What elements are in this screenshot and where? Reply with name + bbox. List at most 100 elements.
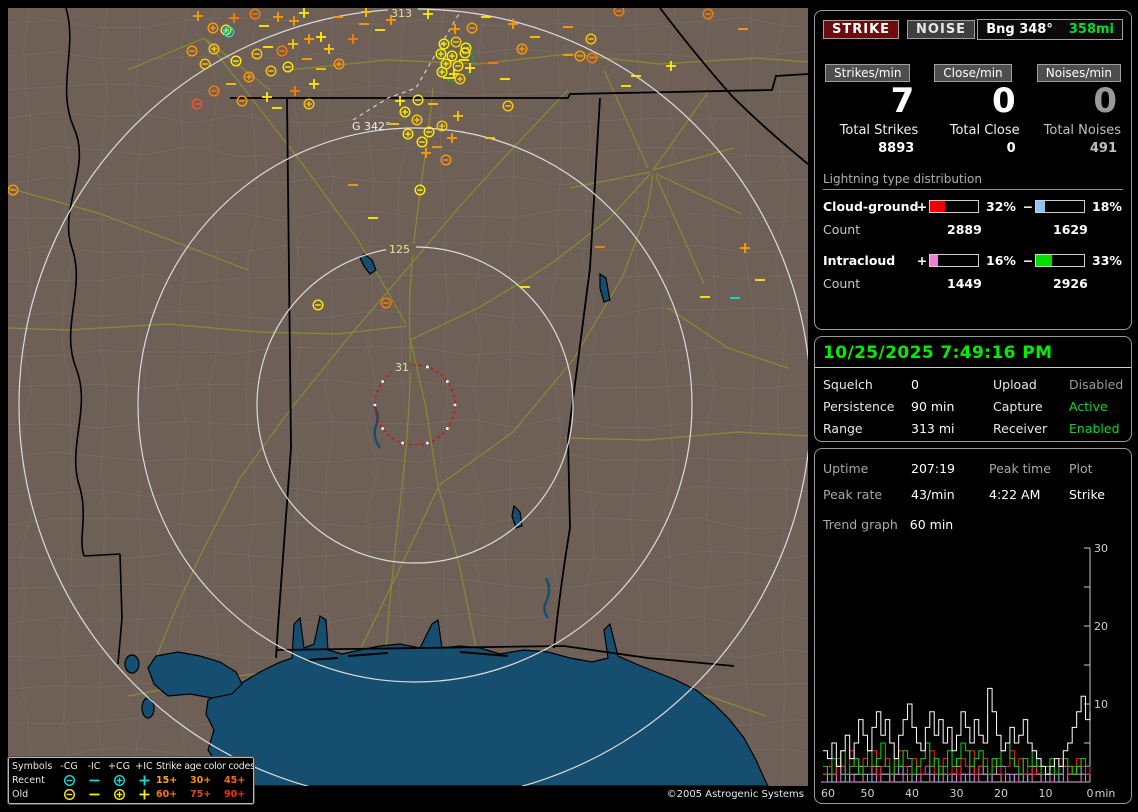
trend-graph-row: Trend graph 60 min (823, 517, 1123, 532)
legend-old-row: Old 60+75+90+ (12, 787, 250, 801)
trend-x-tick: 10 (1039, 787, 1053, 800)
storm-cell-bearing-label: G 342° (352, 120, 391, 133)
peak-rate-label: Peak rate (823, 487, 911, 502)
app-root: { "header": { "strike_label": "STRIKE", … (0, 0, 1138, 812)
squelch-value: 0 (911, 377, 993, 392)
cg-pos-count: 2889 (929, 222, 1021, 237)
total-close-label: Total Close (922, 123, 1023, 138)
strikes-rate-value: 7 (821, 82, 922, 121)
ic-pos-bar (929, 254, 979, 267)
total-values-row: 8893 0 491 (821, 138, 1125, 156)
strike-mode-button[interactable]: STRIKE (823, 20, 899, 39)
cg-neg-pct: 18% (1087, 199, 1127, 214)
trend-panel: Uptime 207:19 Peak time Plot Peak rate 4… (814, 448, 1132, 804)
bearing-readout: Bng 348° 358mi (977, 19, 1123, 40)
peak-time-label: Peak time (989, 461, 1069, 476)
intracloud-count-row: Count 1449 2926 (823, 276, 1123, 291)
plus-sign: + (915, 253, 929, 268)
ring-distance-label: 31 (395, 361, 409, 374)
age-code-label: 60+ (156, 789, 190, 800)
trend-graph-label: Trend graph (823, 517, 898, 532)
intracloud-label: Intracloud (823, 253, 915, 268)
distribution-title: Lightning type distribution (823, 172, 1123, 190)
ic-plus-icon (132, 788, 156, 801)
trend-graph-value: 60 min (910, 517, 953, 532)
legend-neg-cg-label: -CG (56, 761, 82, 772)
legend-header-row: Symbols -CG -IC +CG +IC Strike age color… (12, 759, 250, 773)
trend-y-tick: 10 (1094, 698, 1108, 711)
legend-age-title: Strike age color codes (156, 761, 255, 772)
distance-value: 358mi (1069, 22, 1114, 37)
cg-plus-icon (106, 774, 132, 787)
persistence-value: 90 min (911, 399, 993, 414)
ic-plus-icon (132, 774, 156, 787)
ic-neg-bar (1035, 254, 1085, 267)
legend-pos-ic-label: +IC (132, 761, 156, 772)
total-close-value: 0 (922, 141, 1023, 156)
total-strikes-value: 8893 (821, 141, 922, 156)
plot-label: Plot (1069, 461, 1123, 476)
lightning-map[interactable]: 31312531G 342° Symbols -CG -IC +CG +IC S… (8, 8, 808, 806)
trend-x-tick: 60 (821, 787, 835, 800)
receiver-status: Enabled (1069, 421, 1123, 436)
status-panel: 10/25/2025 7:49:16 PM Squelch 0 Upload D… (814, 336, 1132, 442)
trend-x-tick: 30 (950, 787, 964, 800)
age-code-label: 30+ (190, 775, 224, 786)
settings-grid: Squelch 0 Upload Disabled Persistence 90… (823, 377, 1123, 436)
total-strikes-label: Total Strikes (821, 123, 922, 138)
noise-mode-button[interactable]: NOISE (907, 20, 975, 39)
trend-y-tick: 30 (1094, 542, 1108, 555)
legend-old-label: Old (12, 789, 56, 800)
persistence-label: Persistence (823, 399, 911, 414)
cg-plus-icon (106, 788, 132, 801)
cloud-ground-row: Cloud-ground + 32% − 18% (823, 199, 1123, 214)
total-noises-value: 491 (1024, 141, 1125, 156)
age-code-label: 90+ (224, 789, 258, 800)
age-code-label: 75+ (190, 789, 224, 800)
age-code-label: 15+ (156, 775, 190, 786)
rate-values-row: 7 0 0 (821, 82, 1125, 121)
ic-minus-icon (82, 788, 106, 801)
trend-x-tick: 40 (905, 787, 919, 800)
ring-distance-label: 125 (389, 243, 410, 256)
uptime-label: Uptime (823, 461, 911, 476)
legend-recent-row: Recent 15+30+45+ (12, 773, 250, 787)
plot-value: Strike (1069, 487, 1123, 502)
peak-rate-value: 43/min (911, 487, 989, 502)
legend-neg-ic-label: -IC (82, 761, 106, 772)
age-code-label: 45+ (224, 775, 258, 786)
range-value: 313 mi (911, 421, 993, 436)
uptime-stats-grid: Uptime 207:19 Peak time Plot Peak rate 4… (823, 461, 1123, 502)
legend-age-codes-recent: 15+30+45+ (156, 775, 258, 786)
peak-time-value: 4:22 AM (989, 487, 1069, 502)
range-label: Range (823, 421, 911, 436)
mode-header-row: STRIKE NOISE Bng 348° 358mi (823, 19, 1123, 40)
trend-x-tick: 0 (1087, 787, 1094, 800)
ic-minus-icon (82, 774, 106, 787)
cg-neg-bar (1035, 200, 1085, 213)
total-labels-row: Total Strikes Total Close Total Noises (821, 121, 1125, 138)
uptime-value: 207:19 (911, 461, 989, 476)
legend-symbols-label: Symbols (12, 761, 56, 772)
cloud-ground-label: Cloud-ground (823, 199, 915, 214)
minus-sign: − (1021, 199, 1035, 214)
close-rate-value: 0 (922, 82, 1023, 121)
datetime-display: 10/25/2025 7:49:16 PM (823, 343, 1123, 363)
trend-x-tick: 50 (861, 787, 875, 800)
lightning-distribution: Lightning type distribution Cloud-ground… (823, 172, 1123, 291)
upload-status: Disabled (1069, 377, 1123, 392)
cg-minus-icon (56, 788, 82, 801)
legend-recent-label: Recent (12, 775, 56, 786)
trend-x-tick: 20 (994, 787, 1008, 800)
total-noises-label: Total Noises (1024, 123, 1125, 138)
capture-status: Active (1069, 399, 1123, 414)
count-label: Count (823, 222, 915, 237)
trend-chart: 1020306050403020100min (817, 533, 1131, 801)
strike-counters-panel: STRIKE NOISE Bng 348° 358mi Strikes/min … (814, 10, 1132, 330)
map-canvas: 31312531G 342° (8, 8, 808, 806)
cg-pos-pct: 32% (981, 199, 1021, 214)
upload-label: Upload (993, 377, 1069, 392)
map-legend: Symbols -CG -IC +CG +IC Strike age color… (8, 757, 254, 804)
cg-neg-count: 1629 (1035, 222, 1127, 237)
count-label: Count (823, 276, 915, 291)
